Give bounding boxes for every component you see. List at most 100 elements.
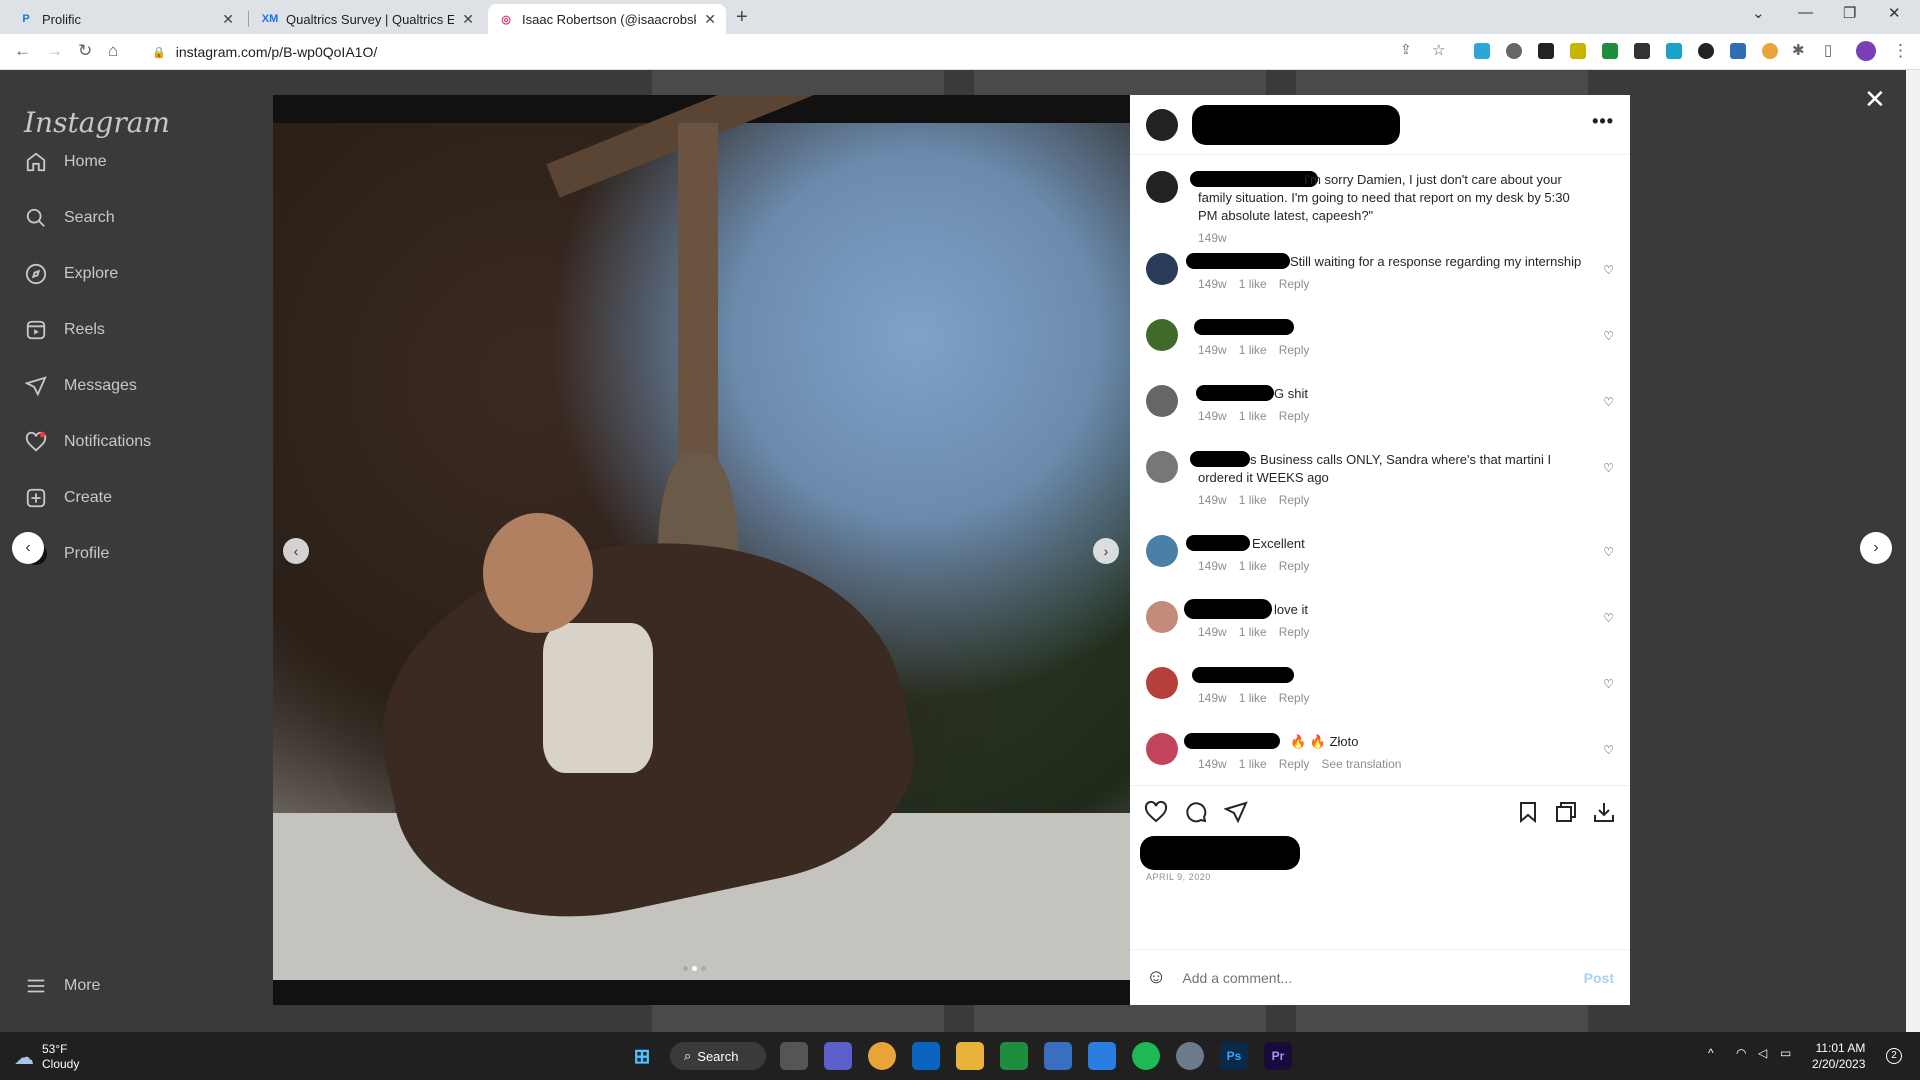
commenter-avatar[interactable] [1146, 601, 1178, 633]
extension-icon[interactable] [1570, 43, 1586, 59]
like-comment-icon[interactable]: ♡ [1603, 461, 1614, 475]
spotify-icon[interactable] [1132, 1042, 1160, 1070]
wifi-icon[interactable]: ◠ [1736, 1046, 1746, 1060]
scrollbar[interactable] [1906, 70, 1920, 1032]
carousel-prev-button[interactable]: ‹ [283, 538, 309, 564]
share-icon[interactable]: ⇪ [1400, 41, 1412, 58]
app-icon[interactable] [1000, 1042, 1028, 1070]
extension-icon[interactable] [1730, 43, 1746, 59]
extension-icon[interactable] [1474, 43, 1490, 59]
tab-instagram[interactable]: ◎ Isaac Robertson (@isaacrobskrrt ✕ [488, 4, 726, 34]
previous-post-button[interactable]: ‹ [12, 532, 44, 564]
comment-input[interactable] [1182, 969, 1584, 986]
volume-icon[interactable]: ◁ [1758, 1046, 1767, 1060]
comment-icon[interactable] [1184, 800, 1208, 830]
sidebar-item-search[interactable]: Search [24, 206, 115, 230]
tab-prolific[interactable]: P Prolific ✕ [8, 4, 244, 34]
instagram-logo[interactable]: Instagram [24, 106, 170, 139]
extension-icon[interactable] [1506, 43, 1522, 59]
premiere-icon[interactable]: Pr [1264, 1042, 1292, 1070]
like-comment-icon[interactable]: ♡ [1603, 395, 1614, 409]
extension-icon[interactable] [1634, 43, 1650, 59]
like-comment-icon[interactable]: ♡ [1603, 611, 1614, 625]
close-tab-icon[interactable]: ✕ [704, 11, 716, 28]
sidebar-item-reels[interactable]: Reels [24, 318, 105, 342]
chrome-menu-icon[interactable]: ⋮ [1892, 41, 1909, 61]
extension-icon[interactable] [1538, 43, 1554, 59]
start-icon[interactable]: ⊞ [628, 1042, 656, 1070]
copy-icon[interactable] [1554, 800, 1578, 830]
author-avatar[interactable] [1146, 108, 1178, 141]
next-post-button[interactable]: › [1860, 532, 1892, 564]
profile-avatar[interactable] [1856, 41, 1876, 61]
extension-icon[interactable] [1762, 43, 1778, 59]
todo-icon[interactable] [1088, 1042, 1116, 1070]
teams-icon[interactable] [824, 1042, 852, 1070]
like-comment-icon[interactable]: ♡ [1603, 545, 1614, 559]
extensions-puzzle-icon[interactable]: ✱ [1792, 41, 1805, 59]
download-icon[interactable] [1592, 800, 1616, 830]
share-icon[interactable] [1223, 800, 1248, 830]
side-panel-icon[interactable]: ▯ [1824, 41, 1832, 59]
tab-search-icon[interactable]: ⌄ [1752, 4, 1765, 22]
heart-icon [24, 430, 48, 454]
commenter-avatar[interactable] [1146, 319, 1178, 351]
task-view-icon[interactable] [780, 1042, 808, 1070]
maximize-button[interactable]: ❐ [1843, 4, 1856, 22]
notification-badge[interactable]: 2 [1886, 1048, 1902, 1064]
like-comment-icon[interactable]: ♡ [1603, 329, 1614, 343]
bookmark-star-icon[interactable]: ☆ [1432, 41, 1445, 59]
photoshop-icon[interactable]: Ps [1220, 1042, 1248, 1070]
like-comment-icon[interactable]: ♡ [1603, 743, 1614, 757]
more-options-icon[interactable]: ••• [1592, 111, 1614, 132]
redacted-likes [1140, 836, 1300, 870]
back-icon[interactable]: ← [14, 41, 31, 61]
weather-widget[interactable]: ☁ 53°F Cloudy [14, 1042, 79, 1072]
extension-icon[interactable] [1666, 43, 1682, 59]
commenter-avatar[interactable] [1146, 385, 1178, 417]
emoji-icon[interactable]: ☺ [1146, 966, 1166, 989]
close-tab-icon[interactable]: ✕ [222, 11, 234, 28]
carousel-next-button[interactable]: › [1093, 538, 1119, 564]
post-comment-button[interactable]: Post [1584, 970, 1614, 986]
chevron-up-icon[interactable]: ^ [1708, 1046, 1714, 1060]
settings-icon[interactable] [1176, 1042, 1204, 1070]
author-avatar[interactable] [1146, 171, 1178, 203]
commenter-avatar[interactable] [1146, 667, 1178, 699]
tab-qualtrics[interactable]: XM Qualtrics Survey | Qualtrics Exper ✕ [252, 4, 484, 34]
close-tab-icon[interactable]: ✕ [462, 11, 474, 28]
compass-icon [24, 262, 48, 286]
close-window-button[interactable]: ✕ [1888, 4, 1901, 22]
download-extension-icon[interactable] [1602, 43, 1618, 59]
sidebar-item-notifications[interactable]: Notifications [24, 430, 151, 454]
new-tab-button[interactable]: + [736, 6, 748, 29]
close-icon[interactable]: ✕ [1864, 84, 1886, 115]
battery-icon[interactable]: ▭ [1780, 1046, 1791, 1060]
commenter-avatar[interactable] [1146, 535, 1178, 567]
commenter-avatar[interactable] [1146, 451, 1178, 483]
taskbar-search[interactable]: ⌕ Search [670, 1042, 766, 1070]
commenter-avatar[interactable] [1146, 253, 1178, 285]
chrome-icon[interactable] [868, 1042, 896, 1070]
file-explorer-icon[interactable] [956, 1042, 984, 1070]
url-field[interactable]: 🔒 instagram.com/p/B-wp0QoIA1O/ [140, 39, 1440, 65]
extension-icon[interactable] [1698, 43, 1714, 59]
reload-icon[interactable]: ↻ [78, 41, 92, 61]
like-comment-icon[interactable]: ♡ [1603, 263, 1614, 277]
minimize-button[interactable]: — [1798, 4, 1813, 21]
forward-icon[interactable]: → [46, 41, 63, 61]
sidebar-item-create[interactable]: Create [24, 486, 112, 510]
store-icon[interactable] [1044, 1042, 1072, 1070]
sidebar-item-messages[interactable]: Messages [24, 374, 137, 398]
home-icon[interactable]: ⌂ [108, 41, 118, 61]
sidebar-item-home[interactable]: Home [24, 150, 107, 174]
like-icon[interactable] [1144, 800, 1168, 830]
sidebar-item-more[interactable]: More [24, 974, 100, 998]
save-icon[interactable] [1516, 800, 1540, 830]
search-icon [24, 206, 48, 230]
like-comment-icon[interactable]: ♡ [1603, 677, 1614, 691]
sidebar-item-explore[interactable]: Explore [24, 262, 118, 286]
clock[interactable]: 11:01 AM 2/20/2023 [1812, 1040, 1865, 1072]
commenter-avatar[interactable] [1146, 733, 1178, 765]
mail-icon[interactable] [912, 1042, 940, 1070]
